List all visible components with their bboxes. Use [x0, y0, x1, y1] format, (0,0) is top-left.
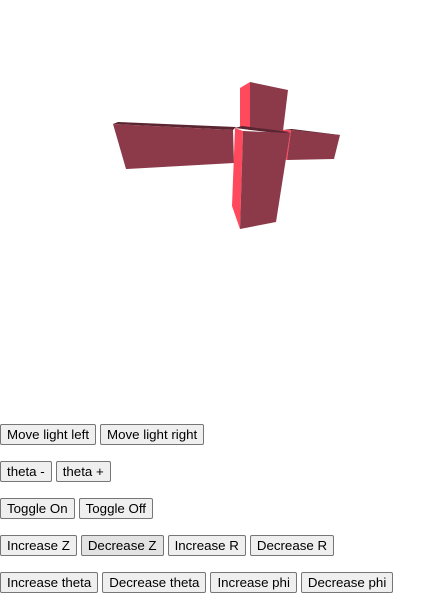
- increase-z-button[interactable]: Increase Z: [0, 535, 77, 556]
- cross-shape-scene: [113, 82, 340, 229]
- toggle-controls-row: Toggle On Toggle Off: [0, 498, 157, 519]
- light-controls-row: Move light left Move light right: [0, 424, 208, 445]
- toggle-off-button[interactable]: Toggle Off: [78, 498, 153, 519]
- toggle-on-button[interactable]: Toggle On: [0, 498, 75, 519]
- theta-minus-button[interactable]: theta -: [0, 461, 52, 482]
- decrease-r-button[interactable]: Decrease R: [249, 535, 335, 556]
- right-arm-front-face: [287, 130, 340, 160]
- increase-theta-button[interactable]: Increase theta: [0, 572, 99, 593]
- theta-phi-controls-row: Increase theta Decrease theta Increase phi…: [0, 572, 397, 593]
- z-r-controls-row: Increase Z Decrease Z Increase R Decrease R: [0, 535, 338, 556]
- decrease-theta-button[interactable]: Decrease theta: [102, 572, 207, 593]
- center-arm-front-face: [240, 131, 290, 229]
- upper-arm-side-face: [240, 82, 250, 130]
- increase-r-button[interactable]: Increase R: [167, 535, 246, 556]
- decrease-z-button[interactable]: Decrease Z: [80, 535, 164, 556]
- increase-phi-button[interactable]: Increase phi: [210, 572, 297, 593]
- theta-controls-row: theta - theta +: [0, 461, 115, 482]
- upper-arm-front-face: [250, 82, 288, 131]
- left-arm-front-face: [113, 124, 234, 169]
- decrease-phi-button[interactable]: Decrease phi: [300, 572, 394, 593]
- theta-plus-button[interactable]: theta +: [55, 461, 111, 482]
- move-light-right-button[interactable]: Move light right: [100, 424, 205, 445]
- move-light-left-button[interactable]: Move light left: [0, 424, 97, 445]
- webgl-canvas: [0, 0, 431, 400]
